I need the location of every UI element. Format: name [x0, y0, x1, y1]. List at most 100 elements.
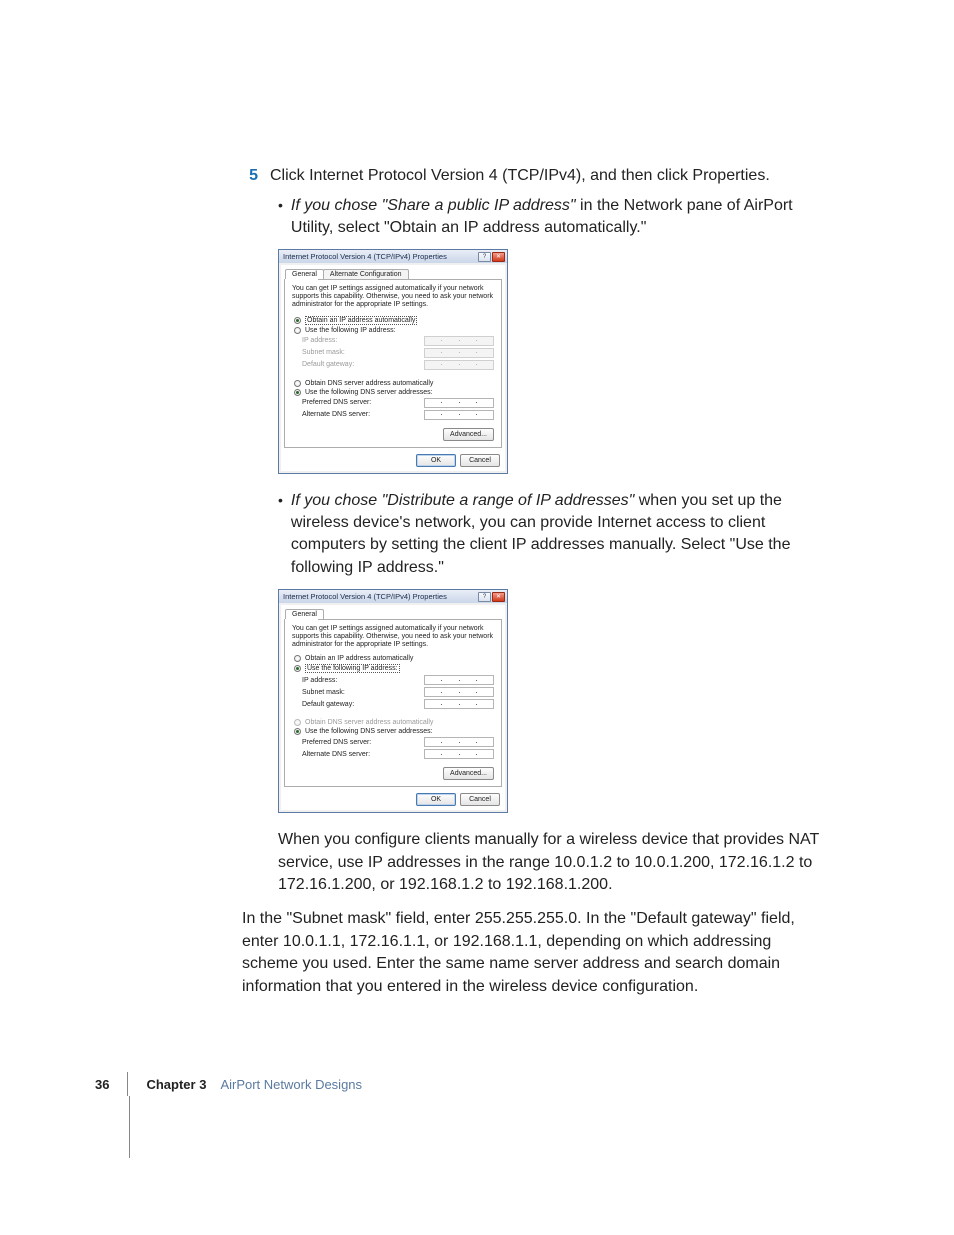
- intro-text: You can get IP settings assigned automat…: [292, 285, 494, 309]
- radio-use-following-dns[interactable]: Use the following DNS server addresses:: [294, 728, 494, 735]
- radio-obtain-ip-auto[interactable]: Obtain an IP address automatically: [294, 316, 494, 325]
- field-default-gateway: Default gateway:: [302, 699, 494, 709]
- field-label: Alternate DNS server:: [302, 411, 370, 418]
- bullet-2: • If you chose "Distribute a range of IP…: [278, 490, 827, 580]
- dialog-titlebar: Internet Protocol Version 4 (TCP/IPv4) P…: [279, 590, 507, 603]
- step-5: 5 Click Internet Protocol Version 4 (TCP…: [242, 165, 827, 187]
- bullet-2-text: If you chose "Distribute a range of IP a…: [291, 490, 827, 580]
- radio-icon: [294, 728, 301, 735]
- radio-icon: [294, 665, 301, 672]
- close-button[interactable]: ✕: [492, 592, 505, 602]
- step-number: 5: [242, 165, 258, 187]
- radio-label: Obtain an IP address automatically: [305, 655, 413, 662]
- page-number: 36: [95, 1077, 109, 1092]
- ip-input[interactable]: [424, 737, 494, 747]
- radio-use-following-ip[interactable]: Use the following IP address:: [294, 327, 494, 334]
- radio-label: Use the following IP address:: [305, 664, 400, 673]
- chapter-label: Chapter 3: [146, 1077, 206, 1092]
- page-footer: 36 Chapter 3 AirPort Network Designs: [95, 1072, 825, 1096]
- dialog-body: General You can get IP settings assigned…: [281, 605, 505, 810]
- field-preferred-dns: Preferred DNS server:: [302, 737, 494, 747]
- field-default-gateway: Default gateway:: [302, 360, 494, 370]
- close-button[interactable]: ✕: [492, 252, 505, 262]
- help-icon: ?: [483, 254, 486, 260]
- tab-panel-general: You can get IP settings assigned automat…: [284, 279, 502, 447]
- dialog-title: Internet Protocol Version 4 (TCP/IPv4) P…: [283, 252, 478, 261]
- bullet-1-text: If you chose "Share a public IP address"…: [291, 195, 827, 240]
- field-label: Subnet mask:: [302, 689, 345, 696]
- tab-alternate-configuration[interactable]: Alternate Configuration: [323, 269, 409, 279]
- content-column: 5 Click Internet Protocol Version 4 (TCP…: [242, 165, 827, 1010]
- ip-input: [424, 348, 494, 358]
- advanced-button[interactable]: Advanced...: [443, 428, 494, 441]
- radio-obtain-dns-auto[interactable]: Obtain DNS server address automatically: [294, 380, 494, 387]
- radio-icon: [294, 389, 301, 396]
- dialog-body: General Alternate Configuration You can …: [281, 265, 505, 470]
- field-label: Preferred DNS server:: [302, 739, 371, 746]
- dialog-screenshot-2: Internet Protocol Version 4 (TCP/IPv4) P…: [278, 589, 827, 813]
- field-alternate-dns: Alternate DNS server:: [302, 410, 494, 420]
- radio-use-following-ip[interactable]: Use the following IP address:: [294, 664, 494, 673]
- step-text: Click Internet Protocol Version 4 (TCP/I…: [270, 165, 770, 187]
- field-alternate-dns: Alternate DNS server:: [302, 749, 494, 759]
- ip-input: [424, 360, 494, 370]
- radio-label: Obtain DNS server address automatically: [305, 380, 433, 387]
- bullet-dot-icon: •: [278, 490, 283, 580]
- help-button[interactable]: ?: [478, 592, 491, 602]
- field-label: Subnet mask:: [302, 349, 345, 356]
- titlebar-buttons: ? ✕: [478, 592, 505, 602]
- field-label: Default gateway:: [302, 361, 354, 368]
- page: 5 Click Internet Protocol Version 4 (TCP…: [0, 0, 954, 1235]
- intro-text: You can get IP settings assigned automat…: [292, 625, 494, 649]
- field-label: IP address:: [302, 677, 337, 684]
- radio-label: Use the following DNS server addresses:: [305, 389, 433, 396]
- ip-input[interactable]: [424, 749, 494, 759]
- footer-rule-extension: [129, 1096, 130, 1158]
- radio-icon: [294, 719, 301, 726]
- field-label: Alternate DNS server:: [302, 751, 370, 758]
- close-icon: ✕: [496, 254, 501, 260]
- dialog-footer: OK Cancel: [281, 790, 505, 810]
- ip-input: [424, 336, 494, 346]
- ok-button[interactable]: OK: [416, 454, 456, 467]
- radio-label: Obtain DNS server address automatically: [305, 719, 433, 726]
- paragraph-subnet-gateway: In the "Subnet mask" field, enter 255.25…: [242, 908, 827, 998]
- radio-obtain-ip-auto[interactable]: Obtain an IP address automatically: [294, 655, 494, 662]
- ip-input[interactable]: [424, 410, 494, 420]
- footer-divider: [127, 1072, 128, 1096]
- radio-obtain-dns-auto: Obtain DNS server address automatically: [294, 719, 494, 726]
- tab-general[interactable]: General: [285, 269, 324, 279]
- ip-input[interactable]: [424, 687, 494, 697]
- advanced-button[interactable]: Advanced...: [443, 767, 494, 780]
- ip-input[interactable]: [424, 398, 494, 408]
- radio-label: Use the following IP address:: [305, 327, 396, 334]
- radio-icon: [294, 380, 301, 387]
- ip-input[interactable]: [424, 699, 494, 709]
- tab-strip: General: [281, 609, 505, 619]
- cancel-button[interactable]: Cancel: [460, 454, 500, 467]
- ip-input[interactable]: [424, 675, 494, 685]
- paragraph-nat-ranges: When you configure clients manually for …: [278, 829, 827, 896]
- field-ip-address: IP address:: [302, 336, 494, 346]
- tab-general[interactable]: General: [285, 609, 324, 619]
- dialog-titlebar: Internet Protocol Version 4 (TCP/IPv4) P…: [279, 250, 507, 263]
- help-button[interactable]: ?: [478, 252, 491, 262]
- radio-label: Obtain an IP address automatically: [305, 316, 417, 325]
- dialog-title: Internet Protocol Version 4 (TCP/IPv4) P…: [283, 592, 478, 601]
- radio-icon: [294, 655, 301, 662]
- radio-icon: [294, 327, 301, 334]
- ok-button[interactable]: OK: [416, 793, 456, 806]
- tab-strip: General Alternate Configuration: [281, 269, 505, 279]
- titlebar-buttons: ? ✕: [478, 252, 505, 262]
- ipv4-properties-dialog-manual: Internet Protocol Version 4 (TCP/IPv4) P…: [278, 589, 508, 813]
- bullet-2-lead: If you chose "Distribute a range of IP a…: [291, 492, 634, 509]
- close-icon: ✕: [496, 594, 501, 600]
- field-label: Preferred DNS server:: [302, 399, 371, 406]
- bullet-1: • If you chose "Share a public IP addres…: [278, 195, 827, 240]
- radio-use-following-dns[interactable]: Use the following DNS server addresses:: [294, 389, 494, 396]
- field-subnet-mask: Subnet mask:: [302, 687, 494, 697]
- field-preferred-dns: Preferred DNS server:: [302, 398, 494, 408]
- chapter-title: AirPort Network Designs: [220, 1077, 362, 1092]
- panel-footer: Advanced...: [292, 428, 494, 441]
- cancel-button[interactable]: Cancel: [460, 793, 500, 806]
